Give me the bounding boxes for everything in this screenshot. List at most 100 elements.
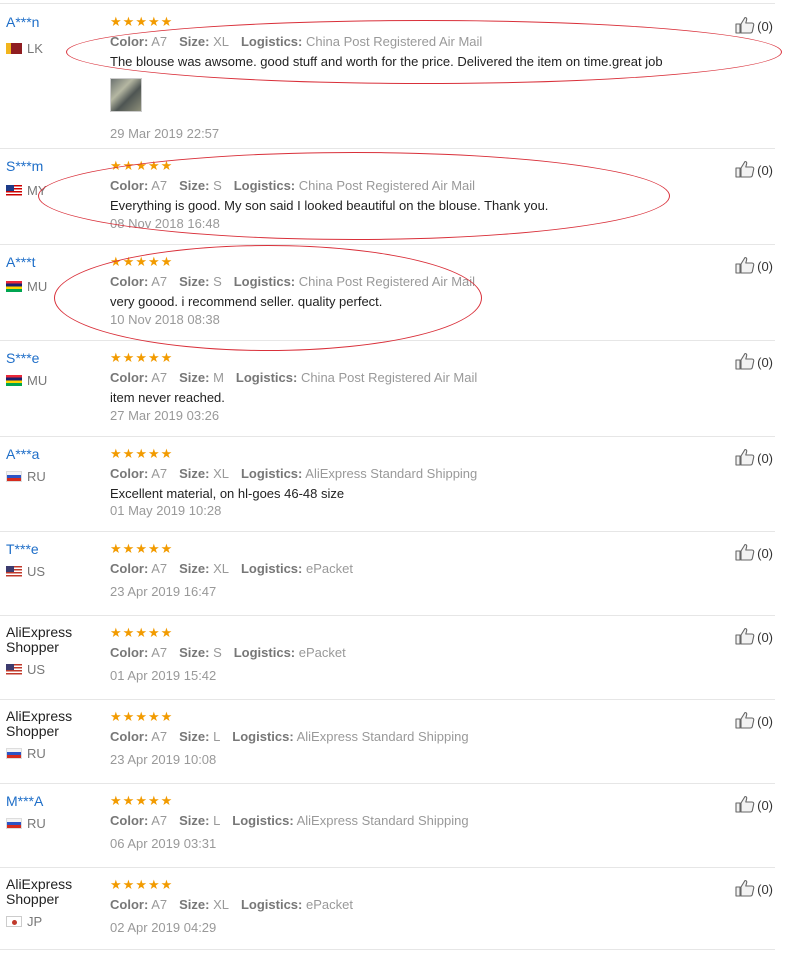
- reviewer-name[interactable]: A***a: [6, 446, 39, 462]
- star-icon: ★: [110, 350, 122, 365]
- reviewer-country: RU: [6, 746, 46, 761]
- reviewer-country: RU: [6, 816, 46, 831]
- star-icon: ★: [160, 625, 173, 640]
- thumbs-up-icon[interactable]: [735, 879, 755, 900]
- review-item: A***t MU ★ ★ ★ ★ ★ Color: A7 Size: S Logistics: C…: [0, 244, 775, 341]
- country-code: LK: [27, 41, 43, 56]
- review-date: 06 Apr 2019 03:31: [110, 836, 217, 851]
- review-photo-thumbnail[interactable]: [110, 78, 142, 112]
- reviewer-name[interactable]: A***n: [6, 14, 39, 30]
- order-attributes: Color: A7 Size: S Logistics: ePacket: [110, 645, 346, 660]
- helpful-count: (0): [757, 259, 773, 274]
- helpful-button[interactable]: (0): [735, 160, 773, 181]
- size-label: Size:: [179, 34, 210, 49]
- thumbs-up-icon[interactable]: [735, 627, 755, 648]
- helpful-button[interactable]: (0): [735, 543, 773, 564]
- star-icon: ★: [147, 709, 160, 724]
- reviewer-name[interactable]: M***A: [6, 793, 43, 809]
- size-value: S: [213, 645, 222, 660]
- helpful-button[interactable]: (0): [735, 448, 773, 469]
- logistics-value: AliExpress Standard Shipping: [296, 729, 469, 744]
- thumbs-up-icon[interactable]: [735, 543, 755, 564]
- size-label: Size:: [179, 370, 210, 385]
- review-date: 23 Apr 2019 10:08: [110, 752, 217, 767]
- thumbs-up-icon[interactable]: [735, 711, 755, 732]
- country-flag-icon: [6, 471, 22, 482]
- order-attributes: Color: A7 Size: L Logistics: AliExpress St…: [110, 729, 469, 744]
- thumbs-up-icon[interactable]: [735, 448, 755, 469]
- size-value: XL: [213, 897, 229, 912]
- helpful-button[interactable]: (0): [735, 256, 773, 277]
- thumbs-up-icon[interactable]: [735, 16, 755, 37]
- thumbs-up-icon[interactable]: [735, 160, 755, 181]
- reviewer-name[interactable]: A***t: [6, 254, 36, 270]
- star-rating: ★ ★ ★ ★ ★: [110, 794, 172, 807]
- logistics-value: ePacket: [306, 561, 353, 576]
- helpful-button[interactable]: (0): [735, 352, 773, 373]
- country-flag-icon: [6, 185, 22, 196]
- star-rating: ★ ★ ★ ★ ★: [110, 626, 172, 639]
- review-date: 27 Mar 2019 03:26: [110, 408, 220, 423]
- reviewer-name[interactable]: S***e: [6, 350, 39, 366]
- reviewer-country: US: [6, 662, 45, 677]
- star-icon: ★: [135, 446, 147, 461]
- color-label: Color:: [110, 561, 149, 576]
- star-icon: ★: [160, 709, 173, 724]
- star-icon: ★: [110, 14, 122, 29]
- review-item: AliExpress Shopper US ★ ★ ★ ★ ★ Color: A7 Size: …: [0, 615, 775, 700]
- star-rating: ★ ★ ★ ★ ★: [110, 351, 172, 364]
- country-flag-icon: [6, 43, 22, 54]
- reviewer-name[interactable]: T***e: [6, 541, 39, 557]
- star-icon: ★: [160, 541, 173, 556]
- star-rating: ★ ★ ★ ★ ★: [110, 542, 172, 555]
- reviewer-name: AliExpress Shopper: [6, 624, 73, 655]
- helpful-count: (0): [757, 19, 773, 34]
- reviewer-name[interactable]: S***m: [6, 158, 43, 174]
- reviewer-name: AliExpress Shopper: [6, 708, 73, 739]
- star-icon: ★: [110, 158, 122, 173]
- thumbs-up-icon[interactable]: [735, 256, 755, 277]
- size-value: XL: [213, 466, 229, 481]
- review-date: 23 Apr 2019 16:47: [110, 584, 217, 599]
- thumbs-up-icon[interactable]: [735, 795, 755, 816]
- star-rating: ★ ★ ★ ★ ★: [110, 878, 172, 891]
- star-icon: ★: [147, 158, 160, 173]
- size-value: S: [213, 178, 222, 193]
- helpful-button[interactable]: (0): [735, 795, 773, 816]
- logistics-value: ePacket: [306, 897, 353, 912]
- logistics-label: Logistics:: [233, 274, 296, 289]
- star-icon: ★: [122, 14, 135, 29]
- helpful-button[interactable]: (0): [735, 879, 773, 900]
- country-flag-icon: [6, 916, 22, 927]
- helpful-count: (0): [757, 355, 773, 370]
- size-label: Size:: [179, 729, 210, 744]
- review-item: M***A RU ★ ★ ★ ★ ★ Color: A7 Size: L Logistics: A…: [0, 783, 775, 868]
- color-value: A7: [151, 34, 168, 49]
- review-text: very goood. i recommend seller. quality …: [110, 294, 383, 309]
- color-value: A7: [151, 813, 168, 828]
- logistics-label: Logistics:: [232, 729, 294, 744]
- star-icon: ★: [122, 709, 135, 724]
- color-label: Color:: [110, 34, 149, 49]
- star-icon: ★: [147, 350, 160, 365]
- helpful-count: (0): [757, 714, 773, 729]
- review-item: T***e US ★ ★ ★ ★ ★ Color: A7 Size: XL Logistics: …: [0, 531, 775, 616]
- review-date: 02 Apr 2019 04:29: [110, 920, 217, 935]
- helpful-button[interactable]: (0): [735, 16, 773, 37]
- star-icon: ★: [147, 446, 160, 461]
- country-code: JP: [27, 914, 43, 929]
- logistics-value: AliExpress Standard Shipping: [305, 466, 478, 481]
- helpful-button[interactable]: (0): [735, 711, 773, 732]
- helpful-count: (0): [757, 163, 773, 178]
- order-attributes: Color: A7 Size: L Logistics: AliExpress St…: [110, 813, 469, 828]
- thumbs-up-icon[interactable]: [735, 352, 755, 373]
- country-code: MU: [27, 373, 48, 388]
- logistics-value: China Post Registered Air Mail: [298, 178, 476, 193]
- star-icon: ★: [135, 14, 147, 29]
- star-icon: ★: [135, 350, 147, 365]
- star-icon: ★: [147, 793, 160, 808]
- star-icon: ★: [135, 541, 147, 556]
- country-flag-icon: [6, 818, 22, 829]
- helpful-button[interactable]: (0): [735, 627, 773, 648]
- size-label: Size:: [179, 645, 210, 660]
